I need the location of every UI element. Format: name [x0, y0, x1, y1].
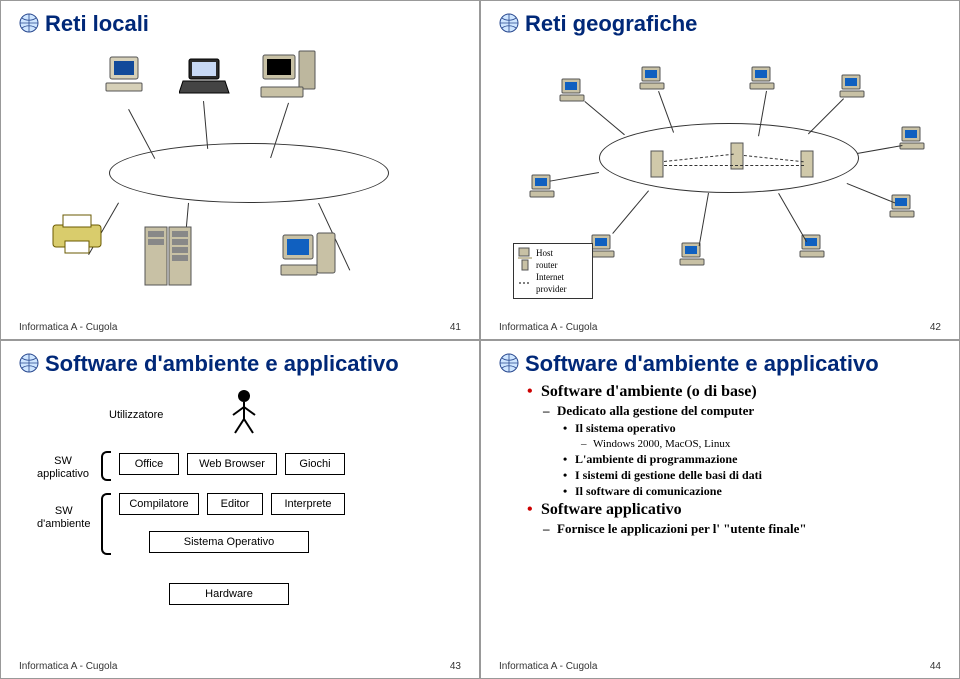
slide-42: Reti geografiche: [480, 0, 960, 340]
host-icon: [589, 233, 619, 261]
router-icon: [649, 149, 665, 179]
globe-icon: [19, 13, 39, 33]
host-icon: [899, 125, 929, 153]
title-text: Software d'ambiente e applicativo: [45, 351, 399, 376]
link-dashed: [664, 165, 804, 166]
legend-router: router: [536, 259, 558, 271]
slide-44: Software d'ambiente e applicativo Softwa…: [480, 340, 960, 679]
chip-interprete: Interprete: [271, 493, 345, 515]
slide-footer: Informatica A - Cugola 42: [499, 322, 941, 333]
slide-43: Software d'ambiente e applicativo Utiliz…: [0, 340, 480, 679]
bullet-list: Software d'ambiente (o di base) Dedicato…: [509, 383, 941, 537]
footer-page: 43: [450, 661, 461, 672]
slide-footer: Informatica A - Cugola 43: [19, 661, 461, 672]
footer-left: Informatica A - Cugola: [19, 661, 117, 672]
wan-diagram: Host router Internet provider: [499, 43, 941, 313]
chip-compilatore: Compilatore: [119, 493, 199, 515]
legend-box: Host router Internet provider: [513, 243, 593, 299]
footer-page: 41: [450, 322, 461, 333]
title-text: Reti locali: [45, 11, 149, 36]
router-icon: [729, 141, 745, 171]
slide-footer: Informatica A - Cugola 44: [499, 661, 941, 672]
workstation-icon: [259, 47, 319, 103]
bullet-level3: L'ambiente di programmazione: [563, 452, 941, 467]
footer-left: Informatica A - Cugola: [499, 661, 597, 672]
chip-sistema-operativo: Sistema Operativo: [149, 531, 309, 553]
user-icon: [229, 389, 259, 438]
slide-title: Reti geografiche: [499, 11, 941, 37]
bullet-level1: Software d'ambiente (o di base): [527, 383, 941, 401]
host-icon: [889, 193, 919, 221]
host-icon: [749, 65, 779, 93]
title-text: Software d'ambiente e applicativo: [525, 351, 879, 376]
globe-icon: [499, 13, 519, 33]
legend-host: Host: [536, 247, 553, 259]
bullet-level3: Il sistema operativo: [563, 421, 941, 436]
legend-isp: Internet provider: [536, 271, 588, 295]
bullet-level2: Fornisce le applicazioni per l' "utente …: [543, 521, 941, 537]
slide-footer: Informatica A - Cugola 41: [19, 322, 461, 333]
label-utilizzatore: Utilizzatore: [109, 409, 163, 422]
label-sw-applicativo: SW applicativo: [37, 455, 89, 481]
printer-icon: [49, 213, 105, 257]
host-icon: [639, 65, 669, 93]
lan-diagram: [19, 43, 461, 313]
footer-left: Informatica A - Cugola: [499, 322, 597, 333]
host-icon: [518, 247, 532, 259]
host-icon: [679, 241, 709, 269]
globe-icon: [19, 353, 39, 373]
footer-left: Informatica A - Cugola: [19, 322, 117, 333]
slide-41: Reti locali: [0, 0, 480, 340]
chip-hardware: Hardware: [169, 583, 289, 605]
router-icon: [518, 259, 532, 271]
pc-icon: [104, 51, 152, 99]
label-sw-ambiente: SW d'ambiente: [37, 505, 90, 531]
bullet-level3: I sistemi di gestione delle basi di dati: [563, 468, 941, 483]
globe-icon: [499, 353, 519, 373]
line-icon: [518, 277, 532, 289]
bracket-icon: [101, 451, 111, 481]
bullet-level2: Dedicato alla gestione del computer: [543, 403, 941, 419]
slide-title: Software d'ambiente e applicativo: [499, 351, 941, 377]
laptop-icon: [179, 57, 231, 97]
chip-giochi: Giochi: [285, 453, 345, 475]
bullet-level4: Windows 2000, MacOS, Linux: [581, 438, 941, 450]
server-icon: [139, 223, 209, 293]
bullet-level3: Il software di comunicazione: [563, 484, 941, 499]
chip-office: Office: [119, 453, 179, 475]
bullet-level1: Software applicativo: [527, 501, 941, 519]
router-icon: [799, 149, 815, 179]
slide-title: Software d'ambiente e applicativo: [19, 351, 461, 377]
footer-page: 44: [930, 661, 941, 672]
bracket-icon: [101, 493, 111, 555]
slide-title: Reti locali: [19, 11, 461, 37]
chip-web-browser: Web Browser: [187, 453, 277, 475]
footer-page: 42: [930, 322, 941, 333]
title-text: Reti geografiche: [525, 11, 697, 36]
chip-editor: Editor: [207, 493, 263, 515]
host-icon: [839, 73, 869, 101]
pc-icon: [279, 229, 339, 283]
layers-diagram: Utilizzatore SW applicativo SW d'ambient…: [19, 383, 461, 653]
host-icon: [529, 173, 559, 201]
